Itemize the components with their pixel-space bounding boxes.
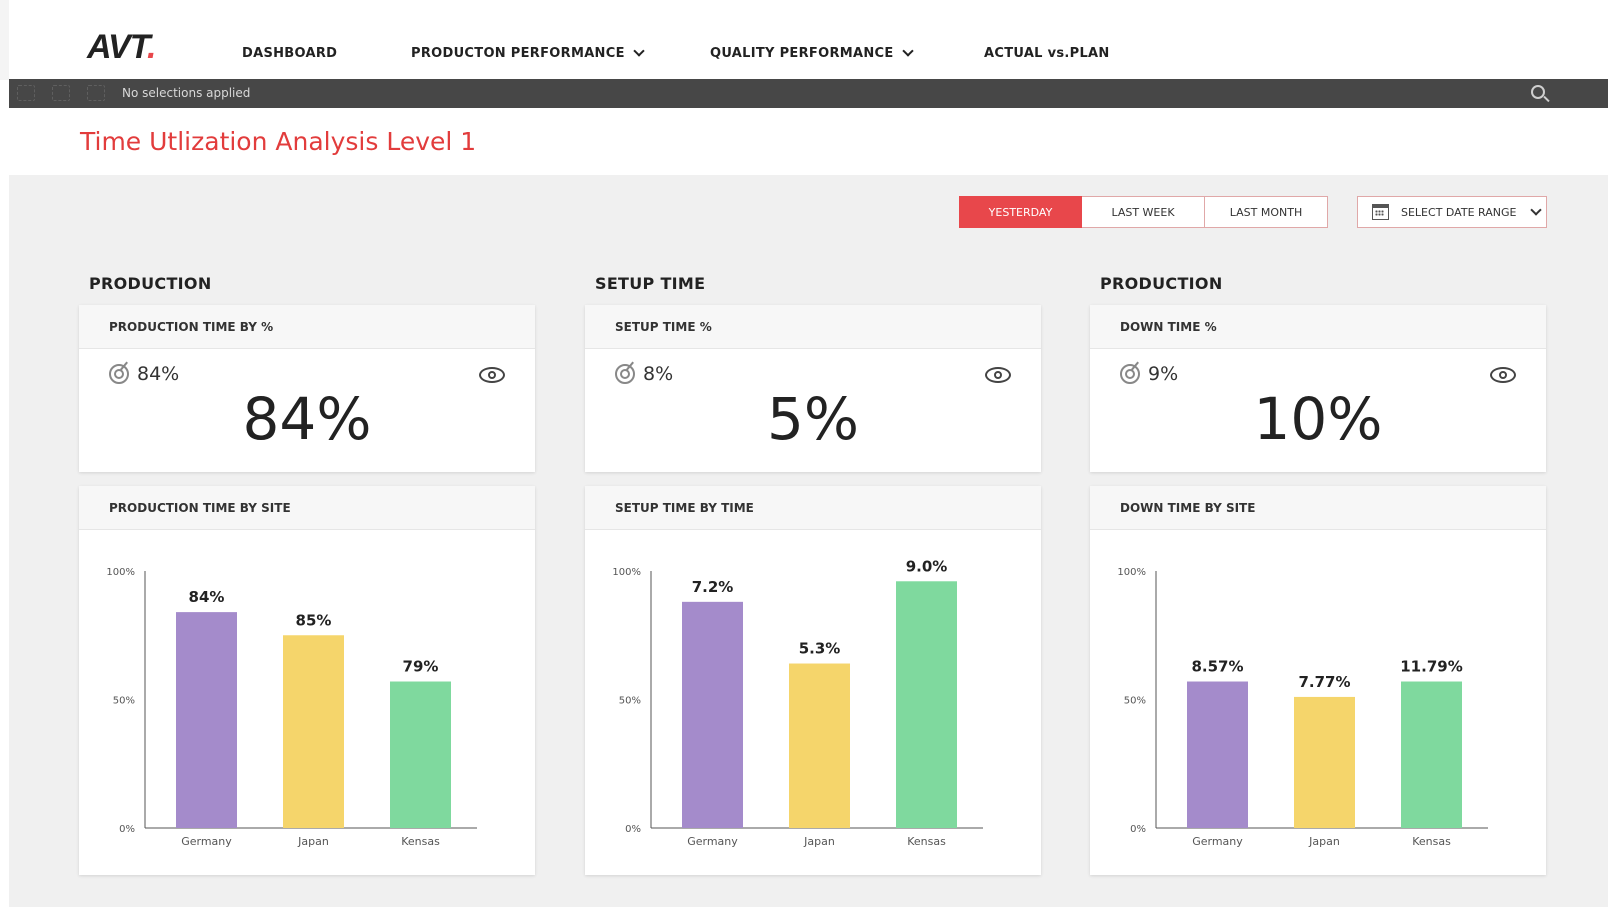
card-header: PRODUCTION TIME BY % [79,305,535,349]
nav-dashboard-label: DASHBOARD [242,46,338,61]
filter-yesterday-button[interactable]: YESTERDAY [959,196,1082,228]
bar-value-label: 8.57% [1191,658,1243,676]
bar-kensas [390,681,451,828]
bar-germany [176,612,237,828]
bar-value-label: 79% [403,658,439,676]
kpi-card: PRODUCTION TIME BY % 84% 84% [79,305,535,472]
date-range-select[interactable]: SELECT DATE RANGE [1357,196,1547,228]
kpi-target-value: 84% [137,363,180,385]
x-tick-label: Kensas [1412,835,1451,848]
bar-value-label: 7.77% [1298,673,1350,691]
bar-germany [682,601,743,828]
y-tick-label: 0% [625,824,641,835]
kpi-card: DOWN TIME % 9% 10% [1090,305,1546,472]
y-tick-label: 100% [106,567,135,578]
page-title: Time Utlization Analysis Level 1 [80,127,477,156]
selection-bar: No selections applied [9,79,1608,108]
chevron-down-icon [1530,203,1543,216]
kpi-target: 8% [615,363,673,385]
chart-card: PRODUCTION TIME BY SITE 100% 50% 0% 84% Germ… [79,486,535,875]
selection-clear-icon[interactable] [87,85,105,101]
bar-chart: 100% 50% 0% 84% Germany 85% Japan 79% Kensas [106,567,477,848]
x-tick-label: Japan [803,835,835,848]
target-icon [1120,364,1140,384]
bar-value-label: 5.3% [799,640,841,658]
bar-japan [283,635,344,828]
bar-chart: 100% 50% 0% 7.2% Germany 5.3% Japan 9.0% Kensas [612,557,983,848]
logo-dot: . [146,28,157,66]
nav-actual-vs-plan[interactable]: ACTUAL vs.PLAN [984,46,1110,61]
chevron-down-icon [633,45,645,57]
bar-value-label: 7.2% [692,578,734,596]
target-icon [615,364,635,384]
chevron-down-icon [901,45,914,57]
y-tick-label: 50% [619,696,641,707]
x-tick-label: Japan [297,835,329,848]
bar-value-label: 11.79% [1400,658,1462,676]
bar-germany [1187,681,1248,828]
column-title: PRODUCTION [89,274,212,293]
bar-value-label: 9.0% [906,557,948,575]
kpi-value: 5% [766,385,859,453]
bar-value-label: 84% [189,588,225,606]
date-range-label: SELECT DATE RANGE [1401,205,1517,219]
date-filter-group: YESTERDAY LAST WEEK LAST MONTH [959,196,1328,228]
y-tick-label: 0% [119,824,135,835]
kpi-value: 10% [1253,385,1383,453]
logo-text: AVT [87,28,148,66]
nav-quality-performance[interactable]: QUALITY PERFORMANCE [710,45,914,61]
y-tick-label: 50% [113,696,135,707]
x-tick-label: Germany [1192,835,1243,848]
card-header: PRODUCTION TIME BY SITE [79,486,535,530]
avt-logo[interactable]: AVT. [87,28,157,67]
eye-icon[interactable] [985,367,1011,385]
eye-icon[interactable] [1490,367,1516,385]
column-title: PRODUCTION [1100,274,1223,293]
bar-japan [789,663,850,828]
kpi-target-value: 9% [1148,363,1179,385]
eye-icon[interactable] [479,367,505,385]
x-tick-label: Japan [1308,835,1340,848]
bar-chart: 100% 50% 0% 8.57% Germany 7.77% Japan 11.79% Ken… [1117,567,1488,848]
chart-card: SETUP TIME BY TIME 100% 50% 0% 7.2% Germany 5… [585,486,1041,875]
search-icon[interactable] [1531,85,1545,99]
selection-status-text: No selections applied [122,86,251,100]
bar-japan [1294,696,1355,828]
nav-production-performance-label: PRODUCTON PERFORMANCE [411,46,625,61]
card-header: SETUP TIME % [585,305,1041,349]
target-icon [109,364,129,384]
nav-dashboard[interactable]: DASHBOARD [242,46,337,61]
x-tick-label: Germany [687,835,738,848]
kpi-target-value: 8% [643,363,674,385]
chart-card: DOWN TIME BY SITE 100% 50% 0% 8.57% Germany 7… [1090,486,1546,875]
calendar-icon [1372,204,1389,220]
kpi-value: 84% [242,385,372,453]
y-tick-label: 0% [1130,824,1146,835]
card-header: DOWN TIME % [1090,305,1546,349]
bar-kensas [1401,681,1462,828]
kpi-card: SETUP TIME % 8% 5% [585,305,1041,472]
x-tick-label: Kensas [401,835,440,848]
filter-last-week-button[interactable]: LAST WEEK [1082,196,1205,228]
bar-value-label: 85% [296,611,332,629]
x-tick-label: Germany [181,835,232,848]
kpi-target: 84% [109,363,179,385]
column-title: SETUP TIME [595,274,706,293]
selection-lasso-icon[interactable] [17,85,35,101]
card-header: DOWN TIME BY SITE [1090,486,1546,530]
nav-production-performance[interactable]: PRODUCTON PERFORMANCE [411,45,645,61]
bar-kensas [896,581,957,828]
selection-forward-icon[interactable] [52,85,70,101]
nav-quality-performance-label: QUALITY PERFORMANCE [710,46,894,61]
y-tick-label: 50% [1124,696,1146,707]
top-navigation: AVT. DASHBOARD PRODUCTON PERFORMANCE QUA… [0,0,1608,80]
dashboard-main: YESTERDAY LAST WEEK LAST MONTH SELECT DA… [9,175,1608,907]
y-tick-label: 100% [612,567,641,578]
kpi-target: 9% [1120,363,1178,385]
filter-last-month-button[interactable]: LAST MONTH [1205,196,1328,228]
nav-actual-vs-plan-label: ACTUAL vs.PLAN [984,46,1110,61]
x-tick-label: Kensas [907,835,946,848]
card-header: SETUP TIME BY TIME [585,486,1041,530]
y-tick-label: 100% [1117,567,1146,578]
